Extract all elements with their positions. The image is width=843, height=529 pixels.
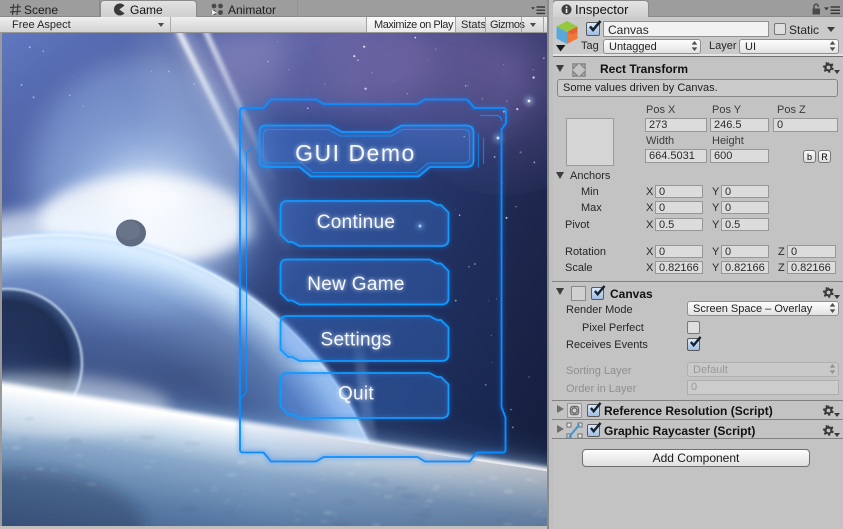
svg-text:Quit: Quit	[338, 384, 374, 405]
svg-text:Settings: Settings	[320, 330, 391, 351]
svg-text:Continue: Continue	[317, 212, 395, 233]
svg-text:GUI Demo: GUI Demo	[295, 140, 416, 166]
svg-text:New Game: New Game	[307, 274, 404, 295]
